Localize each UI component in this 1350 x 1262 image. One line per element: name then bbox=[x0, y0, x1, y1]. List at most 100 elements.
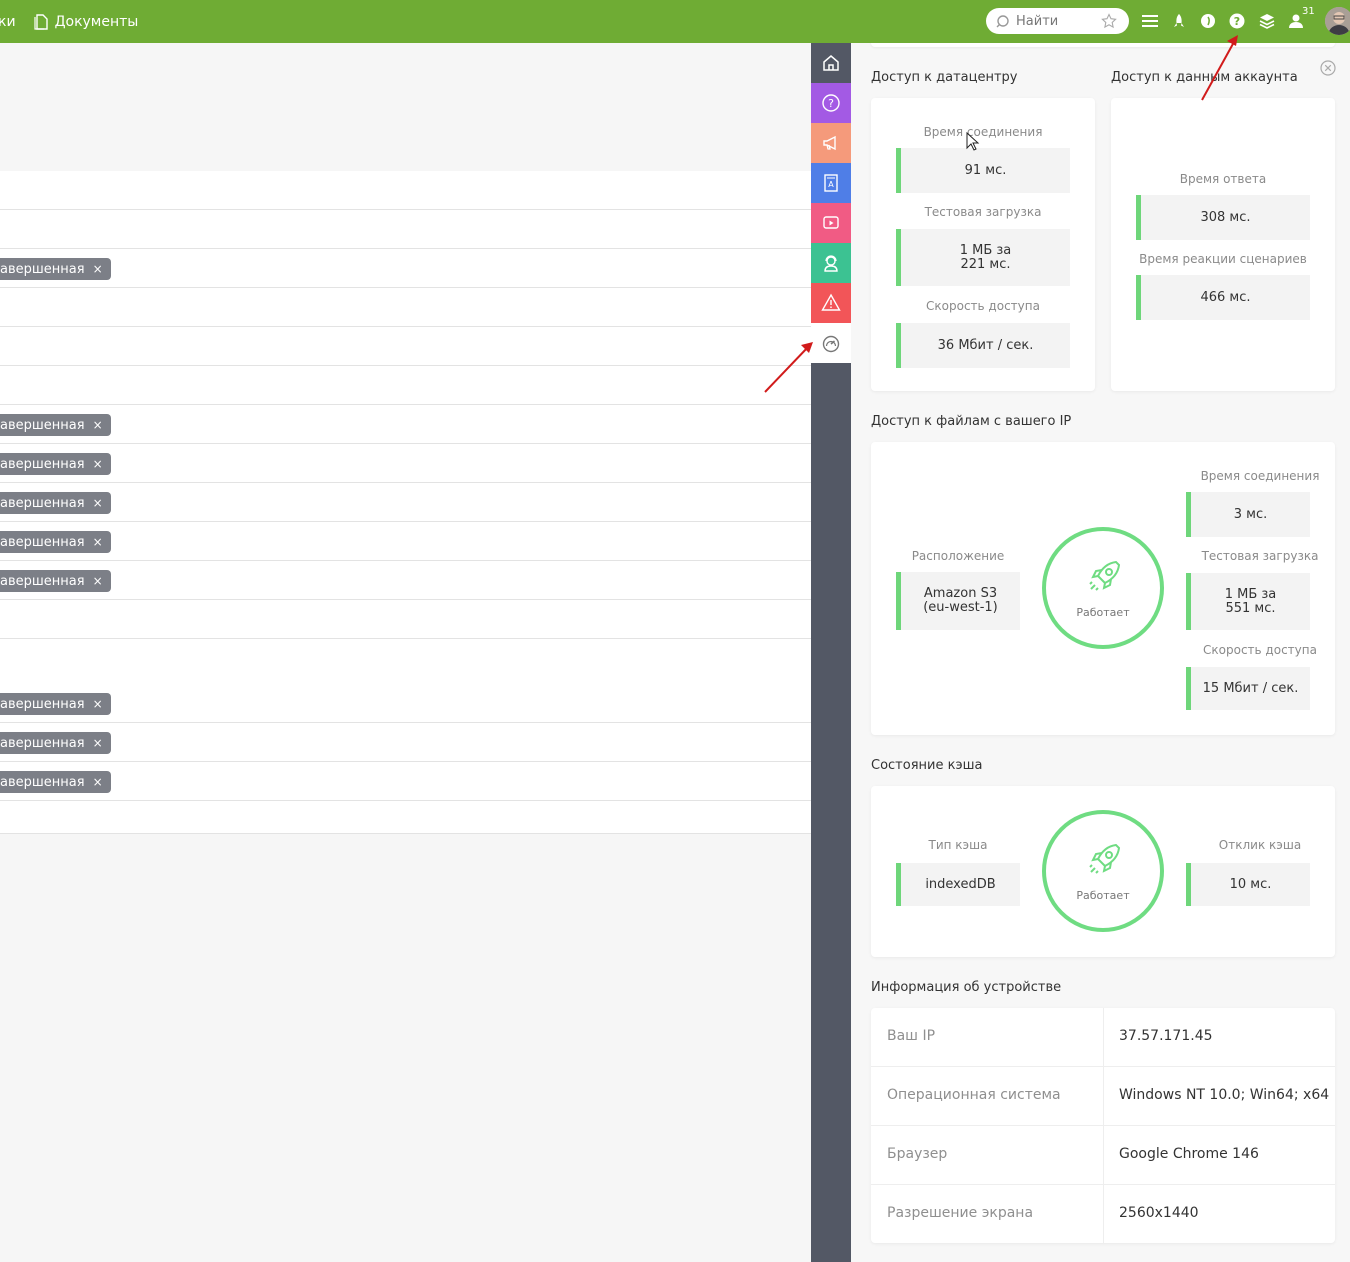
cache-response-value: 10 мс. bbox=[1186, 863, 1310, 906]
sidebar-item-news[interactable] bbox=[811, 123, 851, 163]
warning-icon bbox=[821, 293, 841, 311]
list-row[interactable] bbox=[0, 639, 811, 685]
datacenter-card: Время соединения 91 мс. Тестовая загрузк… bbox=[871, 98, 1095, 391]
close-button[interactable] bbox=[1320, 60, 1336, 80]
list-row[interactable] bbox=[0, 327, 811, 366]
tag-remove-button[interactable]: × bbox=[93, 736, 103, 750]
test-load-line1: 1 МБ за bbox=[959, 242, 1012, 258]
previous-card bbox=[871, 43, 1335, 47]
files-connect-value: 3 мс. bbox=[1186, 492, 1310, 537]
nav-item-documents[interactable]: Документы bbox=[33, 13, 139, 30]
tag-remove-button[interactable]: × bbox=[93, 574, 103, 588]
account-card: Время ответа 308 мс. Время реакции сцена… bbox=[1111, 98, 1335, 391]
layers-icon[interactable] bbox=[1257, 11, 1277, 31]
datacenter-title: Доступ к датацентру bbox=[871, 70, 1018, 85]
row-value: 2560x1440 bbox=[1119, 1205, 1199, 1221]
access-speed-label: Скорость доступа bbox=[926, 299, 1040, 313]
status-tag-label: авершенная bbox=[0, 495, 85, 511]
rocket-icon[interactable] bbox=[1169, 11, 1189, 31]
status-tag-label: авершенная bbox=[0, 534, 85, 550]
row-key: Браузер bbox=[887, 1146, 948, 1162]
files-speed-label: Скорость доступа bbox=[1203, 643, 1317, 657]
status-tag: авершенная × bbox=[0, 771, 111, 793]
list-row[interactable]: авершенная × bbox=[0, 444, 811, 483]
diagnostics-panel: Доступ к датацентру Время соединения 91 … bbox=[851, 43, 1350, 1262]
status-tag-label: авершенная bbox=[0, 735, 85, 751]
status-tag-label: авершенная bbox=[0, 417, 85, 433]
files-test-label: Тестовая загрузка bbox=[1201, 549, 1319, 563]
status-tag: авершенная × bbox=[0, 693, 111, 715]
list-row[interactable] bbox=[0, 288, 811, 327]
status-tag-label: авершенная bbox=[0, 696, 85, 712]
list-row[interactable]: авершенная × bbox=[0, 522, 811, 561]
list-row[interactable] bbox=[0, 171, 811, 210]
row-key: Ваш IP bbox=[887, 1028, 936, 1044]
leaf-icon[interactable] bbox=[1198, 11, 1218, 31]
sidebar-item-help[interactable]: ? bbox=[811, 83, 851, 123]
nav-item-partial[interactable]: ки bbox=[0, 14, 16, 30]
list-row[interactable]: авершенная × bbox=[0, 249, 811, 288]
files-test-line1: 1 МБ за bbox=[1224, 586, 1277, 602]
list-row[interactable]: авершенная × bbox=[0, 723, 811, 762]
list-row[interactable] bbox=[0, 600, 811, 639]
status-tag: авершенная × bbox=[0, 453, 111, 475]
files-status-ring: Работает bbox=[1042, 527, 1164, 649]
avatar[interactable] bbox=[1325, 7, 1350, 35]
top-nav: ки Документы bbox=[0, 0, 138, 43]
sidebar-item-support[interactable] bbox=[811, 243, 851, 283]
sidebar-item-alerts[interactable] bbox=[811, 283, 851, 323]
files-speed-value: 15 Мбит / сек. bbox=[1186, 667, 1310, 710]
list-row[interactable]: авершенная × bbox=[0, 684, 811, 723]
tag-remove-button[interactable]: × bbox=[93, 418, 103, 432]
table-row: Операционная система Windows NT 10.0; Wi… bbox=[871, 1067, 1335, 1126]
cache-response-label: Отклик кэша bbox=[1218, 838, 1302, 852]
status-tag-label: авершенная bbox=[0, 573, 85, 589]
table-row: Разрешение экрана 2560x1440 bbox=[871, 1185, 1335, 1244]
list-row[interactable] bbox=[0, 210, 811, 249]
list-row[interactable]: авершенная × bbox=[0, 405, 811, 444]
test-load-line2: 221 мс. bbox=[960, 256, 1011, 272]
sidebar-item-diagnostics[interactable] bbox=[811, 323, 851, 363]
row-key: Операционная система bbox=[887, 1087, 1061, 1103]
tag-remove-button[interactable]: × bbox=[93, 697, 103, 711]
files-title: Доступ к файлам с вашего IP bbox=[871, 414, 1072, 429]
list-row[interactable] bbox=[0, 366, 811, 405]
sidebar-item-home[interactable] bbox=[811, 43, 851, 83]
cache-type-value: indexedDB bbox=[896, 863, 1020, 906]
notification-count: 31 bbox=[1302, 6, 1315, 17]
top-bar: ки Документы ? 31 bbox=[0, 0, 1350, 43]
menu-icon[interactable] bbox=[1140, 11, 1160, 31]
location-value: Amazon S3 (eu-west-1) bbox=[896, 572, 1020, 630]
device-info-table: Ваш IP 37.57.171.45 Операционная система… bbox=[871, 1008, 1335, 1243]
files-status: Работает bbox=[1076, 606, 1130, 619]
list-row[interactable]: авершенная × bbox=[0, 762, 811, 801]
search-input[interactable] bbox=[1016, 13, 1096, 29]
tag-remove-button[interactable]: × bbox=[93, 496, 103, 510]
status-tag: авершенная × bbox=[0, 732, 111, 754]
location-line1: Amazon S3 bbox=[923, 586, 998, 601]
search-icon bbox=[996, 15, 1009, 28]
row-value: 37.57.171.45 bbox=[1119, 1028, 1213, 1044]
help-icon: ? bbox=[822, 94, 840, 112]
help-circle-icon[interactable]: ? bbox=[1227, 11, 1247, 31]
star-icon[interactable] bbox=[1101, 13, 1117, 29]
documents-label: Документы bbox=[54, 13, 139, 30]
search-box[interactable] bbox=[986, 8, 1129, 34]
list-row[interactable] bbox=[0, 801, 811, 834]
tag-remove-button[interactable]: × bbox=[93, 535, 103, 549]
video-icon bbox=[823, 216, 839, 229]
tag-remove-button[interactable]: × bbox=[93, 457, 103, 471]
sidebar-item-knowledge[interactable]: A bbox=[811, 163, 851, 203]
tag-remove-button[interactable]: × bbox=[93, 775, 103, 789]
table-row: Браузер Google Chrome 146 bbox=[871, 1126, 1335, 1185]
row-value: Google Chrome 146 bbox=[1119, 1146, 1259, 1162]
location-line2: (eu-west-1) bbox=[923, 600, 998, 615]
list-row[interactable]: авершенная × bbox=[0, 483, 811, 522]
sidebar-item-video[interactable] bbox=[811, 203, 851, 243]
support-icon bbox=[824, 255, 838, 272]
status-tag: авершенная × bbox=[0, 570, 111, 592]
files-connect-label: Время соединения bbox=[1200, 469, 1320, 483]
cache-type-label: Тип кэша bbox=[928, 838, 988, 852]
list-row[interactable]: авершенная × bbox=[0, 561, 811, 600]
tag-remove-button[interactable]: × bbox=[93, 262, 103, 276]
